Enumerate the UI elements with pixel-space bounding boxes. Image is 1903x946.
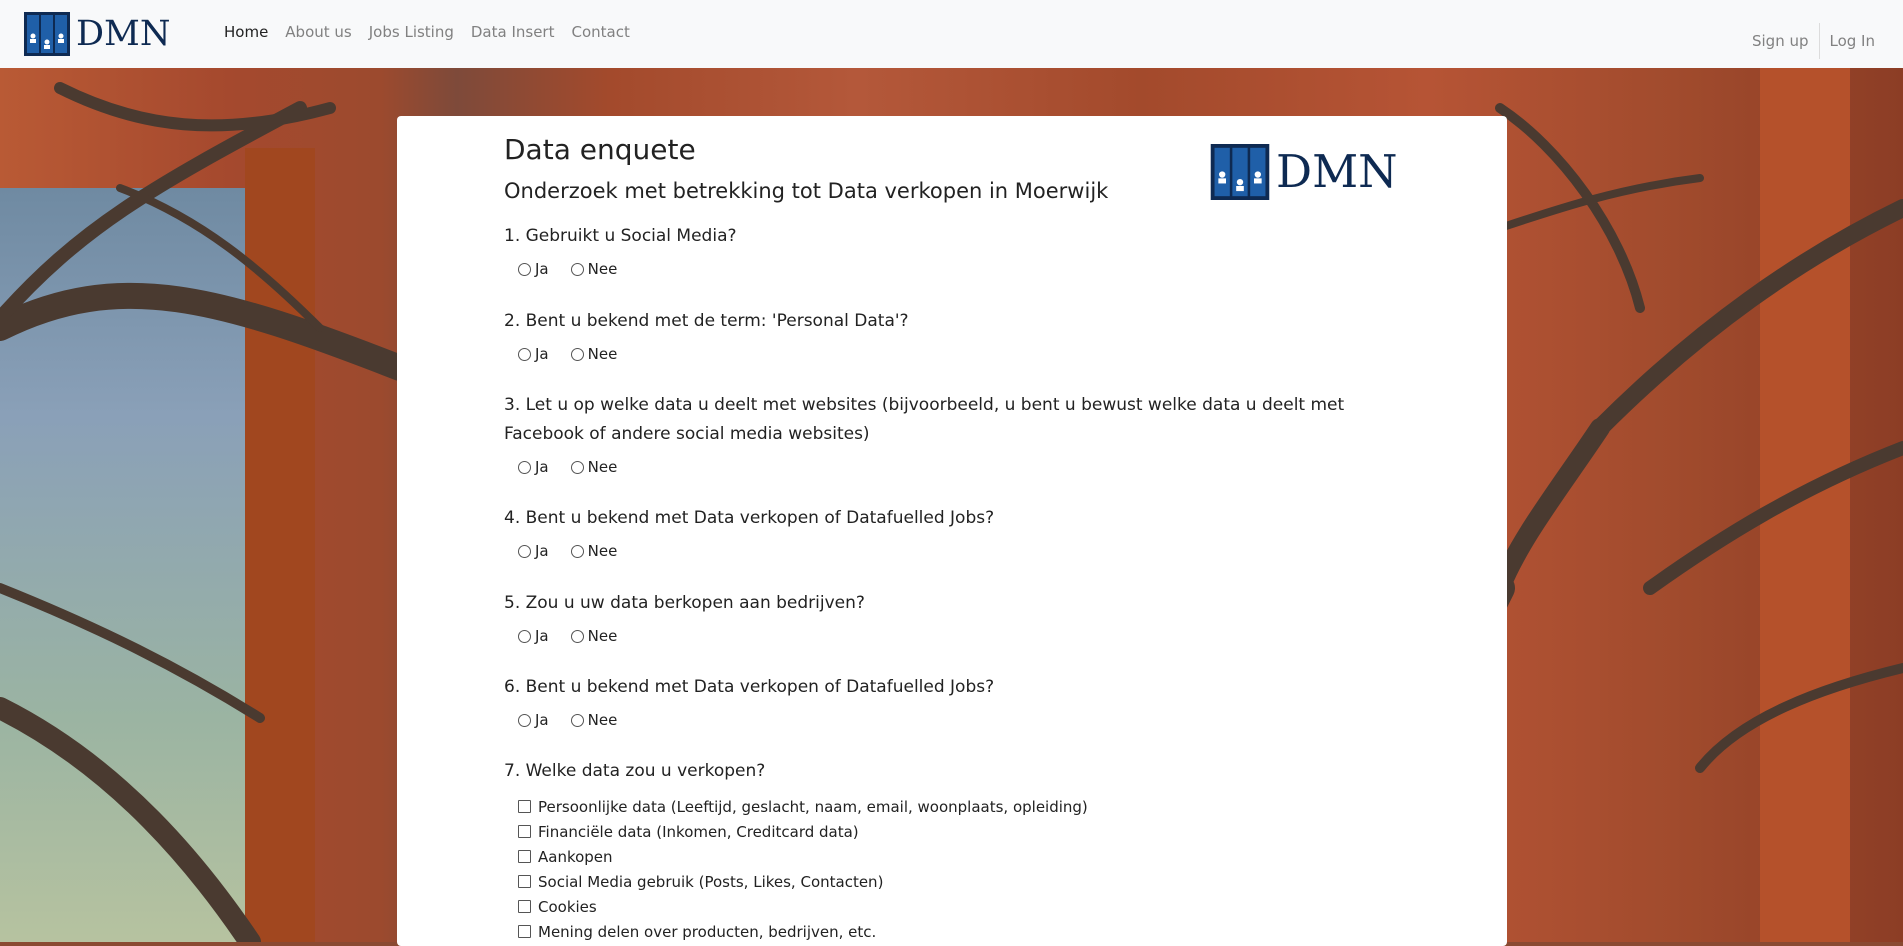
nav-sign-up[interactable]: Sign up bbox=[1752, 32, 1809, 50]
radio-circle[interactable] bbox=[570, 629, 584, 643]
option-label: Ja bbox=[535, 711, 549, 729]
q1-ja-radio[interactable]: Ja bbox=[518, 260, 549, 278]
radio-circle[interactable] bbox=[518, 629, 531, 643]
radio-circle[interactable] bbox=[570, 460, 584, 474]
checkbox-box[interactable] bbox=[518, 800, 531, 813]
q4-nee-radio[interactable]: Nee bbox=[570, 542, 618, 560]
option-label: Ja bbox=[535, 345, 549, 363]
radio-circle[interactable] bbox=[518, 460, 531, 474]
page-subtitle: Onderzoek met betrekking tot Data verkop… bbox=[504, 179, 1109, 203]
radio-circle[interactable] bbox=[570, 713, 584, 727]
nav-contact[interactable]: Contact bbox=[571, 23, 629, 41]
option-label: Nee bbox=[587, 542, 618, 560]
question-7-checkboxes: Persoonlijke data (Leeftijd, geslacht, n… bbox=[518, 794, 1088, 944]
option-label: Ja bbox=[535, 542, 549, 560]
question-3: 3. Let u op welke data u deelt met websi… bbox=[504, 395, 1345, 444]
question-4-options: Ja Nee bbox=[518, 542, 617, 560]
q5-ja-radio[interactable]: Ja bbox=[518, 627, 549, 645]
question-2-options: Ja Nee bbox=[518, 345, 617, 363]
q2-nee-radio[interactable]: Nee bbox=[570, 345, 618, 363]
checkbox-box[interactable] bbox=[518, 875, 531, 888]
radio-circle[interactable] bbox=[570, 544, 584, 558]
brand-logo[interactable]: DMN bbox=[24, 12, 171, 56]
checkbox-box[interactable] bbox=[518, 900, 531, 913]
checkbox-label: Persoonlijke data (Leeftijd, geslacht, n… bbox=[538, 797, 1088, 816]
option-label: Ja bbox=[535, 260, 549, 278]
nav-data-insert[interactable]: Data Insert bbox=[471, 23, 555, 41]
option-label: Ja bbox=[535, 627, 549, 645]
nav-log-in[interactable]: Log In bbox=[1830, 32, 1876, 50]
q1-nee-radio[interactable]: Nee bbox=[570, 260, 618, 278]
checkbox-social-media[interactable]: Social Media gebruik (Posts, Likes, Cont… bbox=[518, 869, 1088, 894]
radio-circle[interactable] bbox=[518, 713, 531, 727]
checkbox-opinions[interactable]: Mening delen over producten, bedrijven, … bbox=[518, 919, 1088, 944]
checkbox-label: Mening delen over producten, bedrijven, … bbox=[538, 922, 877, 941]
question-2: 2. Bent u bekend met de term: 'Personal … bbox=[504, 311, 909, 331]
checkbox-cookies[interactable]: Cookies bbox=[518, 894, 1088, 919]
checkbox-box[interactable] bbox=[518, 925, 531, 938]
radio-circle[interactable] bbox=[518, 262, 531, 276]
option-label: Nee bbox=[587, 711, 618, 729]
radio-circle[interactable] bbox=[570, 347, 584, 361]
option-label: Ja bbox=[535, 458, 549, 476]
checkbox-purchases[interactable]: Aankopen bbox=[518, 844, 1088, 869]
main-nav: Home About us Jobs Listing Data Insert C… bbox=[224, 23, 630, 41]
q6-ja-radio[interactable]: Ja bbox=[518, 711, 549, 729]
survey-card: Data enquete Onderzoek met betrekking to… bbox=[397, 116, 1507, 946]
checkbox-box[interactable] bbox=[518, 850, 531, 863]
nav-home[interactable]: Home bbox=[224, 23, 268, 41]
survey-logo: DMN bbox=[1210, 144, 1398, 200]
nav-divider bbox=[1818, 23, 1820, 59]
radio-circle[interactable] bbox=[570, 262, 584, 276]
option-label: Nee bbox=[587, 627, 618, 645]
nav-about-us[interactable]: About us bbox=[285, 23, 351, 41]
page-title: Data enquete bbox=[504, 133, 696, 166]
question-4: 4. Bent u bekend met Data verkopen of Da… bbox=[504, 508, 995, 528]
option-label: Nee bbox=[587, 260, 618, 278]
question-1-options: Ja Nee bbox=[518, 260, 617, 278]
checkbox-label: Cookies bbox=[538, 897, 597, 916]
checkbox-label: Aankopen bbox=[538, 847, 613, 866]
dmn-logo-icon bbox=[1210, 144, 1270, 200]
question-5-options: Ja Nee bbox=[518, 627, 617, 645]
option-label: Nee bbox=[587, 458, 618, 476]
question-7: 7. Welke data zou u verkopen? bbox=[504, 761, 766, 781]
radio-circle[interactable] bbox=[518, 544, 531, 558]
top-navbar: DMN Home About us Jobs Listing Data Inse… bbox=[0, 0, 1903, 68]
q4-ja-radio[interactable]: Ja bbox=[518, 542, 549, 560]
q2-ja-radio[interactable]: Ja bbox=[518, 345, 549, 363]
nav-jobs-listing[interactable]: Jobs Listing bbox=[369, 23, 454, 41]
radio-circle[interactable] bbox=[518, 347, 531, 361]
brand-wordmark: DMN bbox=[1276, 145, 1398, 198]
checkbox-financial-data[interactable]: Financiële data (Inkomen, Creditcard dat… bbox=[518, 819, 1088, 844]
question-5: 5. Zou u uw data berkopen aan bedrijven? bbox=[504, 593, 865, 613]
dmn-logo-icon bbox=[24, 12, 70, 56]
q3-ja-radio[interactable]: Ja bbox=[518, 458, 549, 476]
checkbox-label: Financiële data (Inkomen, Creditcard dat… bbox=[538, 822, 859, 841]
question-6-options: Ja Nee bbox=[518, 711, 617, 729]
question-6: 6. Bent u bekend met Data verkopen of Da… bbox=[504, 677, 995, 697]
q6-nee-radio[interactable]: Nee bbox=[570, 711, 618, 729]
question-1: 1. Gebruikt u Social Media? bbox=[504, 226, 737, 246]
checkbox-label: Social Media gebruik (Posts, Likes, Cont… bbox=[538, 872, 884, 891]
brand-wordmark: DMN bbox=[76, 14, 171, 54]
option-label: Nee bbox=[587, 345, 618, 363]
q3-nee-radio[interactable]: Nee bbox=[570, 458, 618, 476]
q5-nee-radio[interactable]: Nee bbox=[570, 627, 618, 645]
checkbox-box[interactable] bbox=[518, 825, 531, 838]
question-3-options: Ja Nee bbox=[518, 458, 617, 476]
checkbox-personal-data[interactable]: Persoonlijke data (Leeftijd, geslacht, n… bbox=[518, 794, 1088, 819]
account-nav: Sign up Log In bbox=[1752, 23, 1875, 59]
